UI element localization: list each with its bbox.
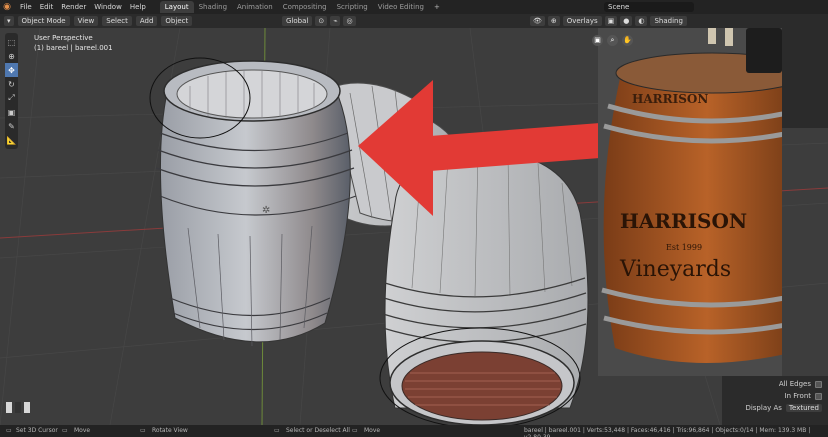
mouse-drag-icon: ▭ — [62, 427, 68, 434]
shading-solid-icon[interactable]: ● — [620, 16, 633, 26]
origin-marker-icon: ✲ — [262, 205, 270, 216]
status-bar: ▭ Set 3D Cursor ▭ Move ▭ Rotate View ▭ S… — [0, 425, 828, 437]
menu-file[interactable]: File — [20, 3, 32, 11]
photo-text-top: HARRISON — [632, 92, 708, 106]
all-edges-row[interactable]: All Edges — [728, 378, 822, 390]
scale-tool-icon[interactable]: ⤢ — [5, 91, 18, 105]
mouse-right-icon: ▭ — [274, 427, 280, 434]
mouse-left-icon: ▭ — [6, 427, 12, 434]
display-as-row: Display As Textured — [728, 402, 822, 414]
tab-animation[interactable]: Animation — [232, 1, 278, 13]
header-right-controls: 👁 ⊕ Overlays ▣ ● ◐ Shading — [530, 16, 687, 26]
spacer-icon — [15, 402, 21, 413]
status-select-deselect: Select or Deselect All — [286, 427, 350, 434]
tool-shelf: ⬚ ⊕ ✥ ↻ ⤢ ▣ ✎ 📐 — [5, 33, 18, 149]
object-menu[interactable]: Object — [161, 16, 193, 26]
pivot-icon[interactable]: ⊙ — [315, 16, 328, 26]
main-menu: File Edit Render Window Help — [14, 3, 152, 11]
timeline-controls — [6, 402, 30, 413]
menu-window[interactable]: Window — [94, 3, 122, 11]
menu-help[interactable]: Help — [130, 3, 146, 11]
mouse-drag2-icon: ▭ — [352, 427, 358, 434]
select-box-tool-icon[interactable]: ⬚ — [5, 35, 18, 49]
snap-icon[interactable]: ⌁ — [330, 16, 341, 26]
annotate-tool-icon[interactable]: ✎ — [5, 119, 18, 133]
proportional-edit-icon[interactable]: ◎ — [343, 16, 356, 26]
transform-controls: Global ⊙ ⌁ ◎ — [282, 16, 356, 26]
menu-render[interactable]: Render — [61, 3, 86, 11]
status-move-2: Move — [364, 427, 381, 434]
xray-icon[interactable]: ▣ — [604, 16, 618, 26]
view-perspective-label: User Perspective — [34, 34, 93, 42]
outliner-panel[interactable] — [782, 28, 828, 128]
blender-logo-icon[interactable]: ◉ — [0, 0, 14, 14]
photo-brand-name: HARRISON — [620, 209, 747, 233]
mouse-middle-icon: ▭ — [140, 427, 146, 434]
navigation-gizmo: ▣ ⌕ ✋ — [592, 35, 633, 46]
view-menu[interactable]: View — [73, 16, 99, 26]
menu-edit[interactable]: Edit — [40, 3, 54, 11]
top-menubar: ◉ File Edit Render Window Help Layout Sh… — [0, 0, 828, 14]
transform-tool-icon[interactable]: ▣ — [5, 105, 18, 119]
barrel-main[interactable]: ✲ — [149, 57, 357, 347]
visibility-icon[interactable]: 👁 — [530, 16, 545, 26]
tab-scripting[interactable]: Scripting — [332, 1, 373, 13]
photo-vineyards: Vineyards — [619, 257, 731, 282]
display-as-dropdown[interactable]: Textured — [785, 404, 822, 412]
workspace-tabs: Layout Shading Animation Compositing Scr… — [159, 1, 429, 13]
orientation-dropdown[interactable]: Global — [282, 16, 313, 26]
viewport-header: ▾ Object Mode View Select Add Object Glo… — [0, 14, 828, 28]
gizmo-icon[interactable]: ⊕ — [547, 16, 560, 26]
tab-compositing[interactable]: Compositing — [278, 1, 332, 13]
scene-statistics: bareel | bareel.001 | Verts:53,448 | Fac… — [524, 427, 811, 437]
cursor-tool-icon[interactable]: ⊕ — [5, 49, 18, 63]
display-as-label: Display As — [745, 404, 782, 412]
view-collection-label: (1) bareel | bareel.001 — [34, 44, 113, 52]
in-front-label: In Front — [784, 392, 811, 400]
rotate-tool-icon[interactable]: ↻ — [5, 77, 18, 91]
zoom-icon[interactable]: ⌕ — [607, 35, 618, 46]
tab-layout[interactable]: Layout — [159, 1, 194, 13]
play-icon[interactable] — [6, 402, 12, 413]
select-menu[interactable]: Select — [102, 16, 132, 26]
status-rotate-view: Rotate View — [152, 427, 188, 434]
overlays-dropdown[interactable]: Overlays — [562, 16, 602, 26]
pan-icon[interactable]: ✋ — [622, 35, 633, 46]
measure-tool-icon[interactable]: 📐 — [5, 133, 18, 147]
all-edges-label: All Edges — [778, 380, 811, 388]
photo-est: Est 1999 — [666, 243, 702, 252]
pause-icon[interactable] — [24, 402, 30, 413]
status-set-cursor: Set 3D Cursor — [16, 427, 58, 434]
tab-video-editing[interactable]: Video Editing — [373, 1, 429, 13]
add-menu[interactable]: Add — [135, 16, 158, 26]
3d-viewport[interactable]: ✲ HARRISON HARRISON Est 1999 Vineyards — [0, 28, 828, 425]
camera-view-icon[interactable]: ▣ — [592, 35, 603, 46]
shading-dropdown[interactable]: Shading — [650, 16, 687, 26]
all-edges-checkbox[interactable] — [815, 380, 822, 388]
shading-material-icon[interactable]: ◐ — [635, 16, 648, 26]
editor-type-icon[interactable]: ▾ — [4, 16, 14, 26]
tab-shading[interactable]: Shading — [194, 1, 232, 13]
scene-selector[interactable]: Scene — [604, 2, 694, 12]
in-front-row[interactable]: In Front — [728, 390, 822, 402]
mode-dropdown[interactable]: Object Mode — [17, 16, 70, 26]
status-move: Move — [74, 427, 91, 434]
in-front-checkbox[interactable] — [815, 392, 822, 400]
move-tool-icon[interactable]: ✥ — [5, 63, 18, 77]
add-workspace-icon[interactable]: + — [429, 3, 445, 11]
